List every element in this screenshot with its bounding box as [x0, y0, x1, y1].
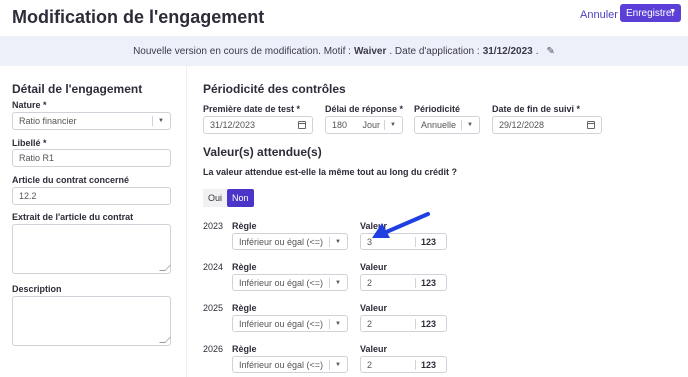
regle-label: Règle — [232, 221, 257, 231]
nature-value: Ratio financier — [19, 116, 77, 126]
year-label: 2023 — [203, 221, 224, 231]
year-label: 2026 — [203, 344, 224, 354]
chevron-down-icon: ▼ — [158, 118, 164, 124]
same-value-toggle: Oui Non — [203, 189, 254, 207]
periodicite-label: Périodicité — [414, 104, 461, 114]
value-input[interactable]: 2 123 — [360, 315, 447, 332]
chevron-down-icon[interactable]: ▼ — [390, 122, 396, 128]
engagement-detail-panel: Détail de l'engagement Nature * Ratio fi… — [0, 66, 186, 377]
libelle-label: Libellé * — [12, 138, 47, 148]
nature-label: Nature * — [12, 100, 47, 110]
chevron-down-icon: ▼ — [467, 122, 473, 128]
save-button[interactable]: Enregistrer ▼ — [620, 4, 681, 22]
valeurs-title: Valeur(s) attendue(s) — [203, 145, 322, 159]
rule-select[interactable]: Inférieur ou égal (<=) ▼ — [232, 274, 348, 291]
end-date-label: Date de fin de suivi * — [492, 104, 581, 114]
description-label: Description — [12, 284, 62, 294]
rule-select[interactable]: Inférieur ou égal (<=) ▼ — [232, 315, 348, 332]
year-label: 2025 — [203, 303, 224, 313]
pencil-icon[interactable]: ✎ — [547, 46, 555, 57]
rule-select[interactable]: Inférieur ou égal (<=) ▼ — [232, 356, 348, 373]
banner-date: 31/12/2023 — [482, 45, 533, 57]
top-bar: Modification de l'engagement Annuler Enr… — [0, 0, 688, 36]
periodicite-title: Périodicité des contrôles — [203, 82, 346, 96]
article-label: Article du contrat concerné — [12, 175, 130, 185]
article-value: 12.2 — [19, 191, 37, 201]
extrait-textarea[interactable] — [12, 224, 171, 274]
first-date-input[interactable]: 31/12/2023 — [203, 116, 313, 134]
libelle-input[interactable]: Ratio R1 — [12, 149, 171, 167]
valeur-label: Valeur — [360, 303, 388, 313]
delai-unit[interactable]: Jour — [363, 120, 381, 130]
calendar-icon[interactable] — [298, 121, 306, 129]
rule-value: Inférieur ou égal (<=) — [239, 318, 324, 329]
end-date-input[interactable]: 29/12/2028 — [492, 116, 602, 134]
chevron-down-icon: ▼ — [335, 320, 341, 327]
control-panel: Périodicité des contrôles Première date … — [186, 66, 688, 377]
delai-input[interactable]: 180 Jour ▼ — [325, 116, 403, 134]
banner-suffix: . — [535, 45, 539, 57]
rule-value: Inférieur ou égal (<=) — [239, 277, 324, 288]
article-input[interactable]: 12.2 — [12, 187, 171, 205]
value-text: 2 — [367, 318, 373, 329]
banner-prefix: Nouvelle version en cours de modificatio… — [133, 45, 351, 57]
periodicite-value: Annuelle — [421, 120, 457, 130]
first-date-label: Première date de test * — [203, 104, 301, 114]
valeur-label: Valeur — [360, 262, 388, 272]
rule-select[interactable]: Inférieur ou égal (<=) ▼ — [232, 233, 348, 250]
save-button-label: Enregistrer — [626, 7, 675, 19]
chevron-down-icon: ▼ — [335, 279, 341, 286]
chevron-down-icon: ▼ — [335, 361, 341, 368]
rule-value: Inférieur ou égal (<=) — [239, 236, 324, 247]
regle-label: Règle — [232, 262, 257, 272]
delai-value: 180 — [332, 120, 348, 130]
delai-label: Délai de réponse * — [325, 104, 404, 114]
detail-title: Détail de l'engagement — [12, 82, 143, 96]
toggle-oui[interactable]: Oui — [203, 189, 228, 207]
libelle-value: Ratio R1 — [19, 153, 55, 163]
same-value-question: La valeur attendue est-elle la même tout… — [203, 167, 458, 177]
value-input[interactable]: 2 123 — [360, 274, 447, 291]
value-input[interactable]: 2 123 — [360, 356, 447, 373]
chevron-down-icon: ▼ — [335, 238, 341, 245]
regle-label: Règle — [232, 344, 257, 354]
annotation-arrow-icon — [372, 212, 430, 238]
year-label: 2024 — [203, 262, 224, 272]
value-unit: 123 — [420, 277, 436, 288]
regle-label: Règle — [232, 303, 257, 313]
value-text: 2 — [367, 359, 373, 370]
value-text: 2 — [367, 277, 373, 288]
valeur-label: Valeur — [360, 344, 388, 354]
description-textarea[interactable] — [12, 296, 171, 346]
cancel-button[interactable]: Annuler — [580, 9, 618, 21]
banner-motif: Waiver — [353, 45, 387, 57]
value-unit: 123 — [420, 318, 436, 329]
periodicite-select[interactable]: Annuelle ▼ — [414, 116, 480, 134]
calendar-icon[interactable] — [587, 121, 595, 129]
value-unit: 123 — [420, 359, 436, 370]
chevron-down-icon[interactable]: ▼ — [669, 8, 676, 15]
page-title: Modification de l'engagement — [12, 7, 265, 27]
first-date-value: 31/12/2023 — [210, 120, 256, 130]
rule-value: Inférieur ou égal (<=) — [239, 359, 324, 370]
nature-select[interactable]: Ratio financier ▼ — [12, 112, 171, 130]
version-banner: Nouvelle version en cours de modificatio… — [0, 36, 688, 66]
banner-date-label: . Date d'application : — [389, 45, 480, 57]
toggle-non[interactable]: Non — [227, 189, 254, 207]
end-date-value: 29/12/2028 — [499, 120, 545, 130]
extrait-label: Extrait de l'article du contrat — [12, 212, 134, 222]
